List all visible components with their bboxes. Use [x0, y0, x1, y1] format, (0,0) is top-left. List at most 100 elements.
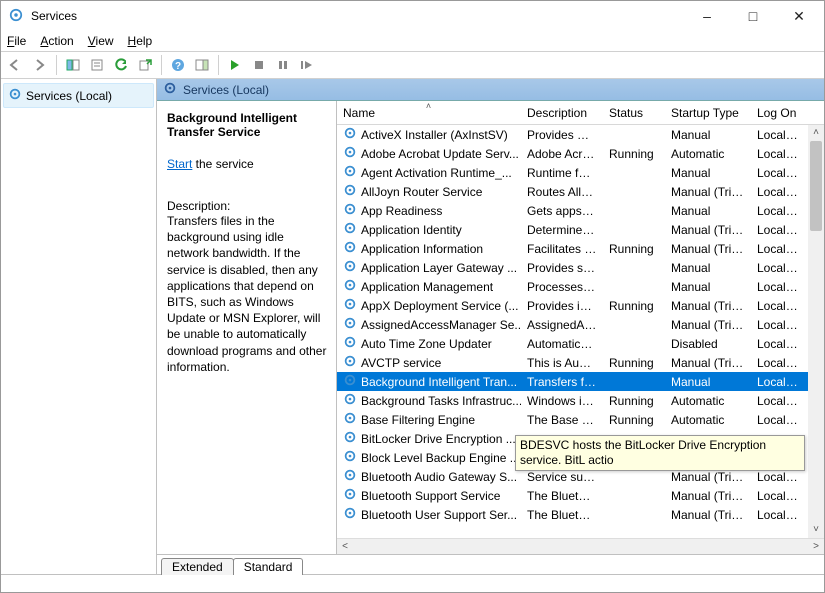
cell-startup: Manual (Trig... — [665, 299, 751, 313]
refresh-button[interactable] — [110, 54, 132, 76]
service-row[interactable]: Bluetooth Support ServiceThe Bluetoo...M… — [337, 486, 824, 505]
service-row[interactable]: Bluetooth User Support Ser...The Bluetoo… — [337, 505, 824, 524]
cell-status: Running — [603, 356, 665, 370]
cell-name: ActiveX Installer (AxInstSV) — [337, 126, 521, 143]
column-desc[interactable]: Description — [521, 102, 603, 124]
back-button[interactable] — [5, 54, 27, 76]
tab-extended[interactable]: Extended — [161, 558, 234, 575]
scroll-down-button[interactable]: ˅ — [808, 522, 824, 538]
scroll-right-button[interactable]: > — [808, 541, 824, 552]
service-row[interactable]: ActiveX Installer (AxInstSV)Provides Us.… — [337, 125, 824, 144]
service-row[interactable]: AppX Deployment Service (...Provides inf… — [337, 296, 824, 315]
scroll-thumb[interactable] — [810, 141, 822, 231]
service-row[interactable]: Auto Time Zone UpdaterAutomatica...Disab… — [337, 334, 824, 353]
cell-startup: Manual (Trig... — [665, 356, 751, 370]
cell-logon: Local Sy — [751, 166, 807, 180]
cell-name: Agent Activation Runtime_... — [337, 164, 521, 181]
restart-service-button[interactable] — [296, 54, 318, 76]
menu-help[interactable]: Help — [128, 34, 153, 48]
cell-logon: Local Se — [751, 185, 807, 199]
cell-status: Running — [603, 413, 665, 427]
service-row[interactable]: Agent Activation Runtime_...Runtime for.… — [337, 163, 824, 182]
stop-service-button[interactable] — [248, 54, 270, 76]
service-row[interactable]: AllJoyn Router ServiceRoutes AllJo...Man… — [337, 182, 824, 201]
cell-logon: Local Sy — [751, 147, 807, 161]
show-hide-action-button[interactable] — [191, 54, 213, 76]
cell-logon: Local Sy — [751, 508, 807, 522]
horizontal-scrollbar[interactable]: < > — [337, 538, 824, 554]
tree-item-services-local[interactable]: Services (Local) — [3, 83, 154, 108]
cell-desc: Routes AllJo... — [521, 185, 603, 199]
toolbar: ? — [1, 51, 824, 79]
menu-action[interactable]: Action — [40, 34, 73, 48]
tab-standard[interactable]: Standard — [233, 558, 304, 575]
service-row[interactable]: Adobe Acrobat Update Serv...Adobe Acro..… — [337, 144, 824, 163]
service-row[interactable]: Application ManagementProcesses in...Man… — [337, 277, 824, 296]
gear-icon — [343, 183, 357, 200]
cell-name: Application Identity — [337, 221, 521, 238]
service-row[interactable]: AssignedAccessManager Se...AssignedAc...… — [337, 315, 824, 334]
cell-status: Running — [603, 299, 665, 313]
gear-icon — [343, 487, 357, 504]
gear-icon — [343, 506, 357, 523]
start-service-link[interactable]: Start — [167, 157, 192, 171]
start-service-link-line: Start the service — [167, 157, 328, 171]
results-header: Services (Local) — [157, 79, 824, 101]
export-button[interactable] — [134, 54, 156, 76]
cell-startup: Manual (Trig... — [665, 242, 751, 256]
cell-name: BitLocker Drive Encryption ... — [337, 430, 521, 447]
column-name[interactable]: Name˄ — [337, 102, 521, 124]
column-startup[interactable]: Startup Type — [665, 102, 751, 124]
service-row[interactable]: Application Layer Gateway ...Provides su… — [337, 258, 824, 277]
show-hide-tree-button[interactable] — [62, 54, 84, 76]
minimize-button[interactable]: – — [684, 1, 730, 31]
service-row[interactable]: Application IdentityDetermines ...Manual… — [337, 220, 824, 239]
gear-icon — [343, 316, 357, 333]
gear-icon — [343, 449, 357, 466]
service-row[interactable]: AVCTP serviceThis is Audi...RunningManua… — [337, 353, 824, 372]
cell-name: Background Intelligent Tran... — [337, 373, 521, 390]
gear-icon — [343, 411, 357, 428]
scroll-up-button[interactable]: ˄ — [808, 125, 824, 141]
gear-icon — [343, 468, 357, 485]
forward-button[interactable] — [29, 54, 51, 76]
cell-name: Application Management — [337, 278, 521, 295]
pause-service-button[interactable] — [272, 54, 294, 76]
service-row[interactable]: App ReadinessGets apps re...ManualLocal … — [337, 201, 824, 220]
cell-startup: Manual — [665, 128, 751, 142]
results-pane: Services (Local) Background Intelligent … — [157, 79, 824, 574]
console-tree: Services (Local) — [1, 79, 157, 574]
column-status[interactable]: Status — [603, 102, 665, 124]
cell-name: Application Layer Gateway ... — [337, 259, 521, 276]
cell-desc: Service sup... — [521, 470, 603, 484]
maximize-button[interactable]: □ — [730, 1, 776, 31]
cell-desc: Gets apps re... — [521, 204, 603, 218]
cell-logon: Local Sy — [751, 299, 807, 313]
help-button[interactable]: ? — [167, 54, 189, 76]
column-headers: Name˄DescriptionStatusStartup TypeLog On — [337, 101, 824, 125]
service-row[interactable]: Application InformationFacilitates t...R… — [337, 239, 824, 258]
scroll-left-button[interactable]: < — [337, 541, 353, 552]
cell-startup: Manual (Trig... — [665, 223, 751, 237]
cell-desc: AssignedAc... — [521, 318, 603, 332]
cell-startup: Manual — [665, 280, 751, 294]
gear-icon — [343, 430, 357, 447]
cell-name: App Readiness — [337, 202, 521, 219]
close-button[interactable]: ✕ — [776, 1, 822, 31]
column-logon[interactable]: Log On — [751, 102, 807, 124]
cell-logon: Local Sy — [751, 280, 807, 294]
menu-file[interactable]: File — [7, 34, 26, 48]
selected-service-title: Background Intelligent Transfer Service — [167, 111, 328, 143]
service-row[interactable]: Background Tasks Infrastruc...Windows in… — [337, 391, 824, 410]
cell-name: Background Tasks Infrastruc... — [337, 392, 521, 409]
properties-button[interactable] — [86, 54, 108, 76]
service-row[interactable]: Base Filtering EngineThe Base Fil...Runn… — [337, 410, 824, 429]
cell-name: AssignedAccessManager Se... — [337, 316, 521, 333]
title-bar: Services – □ ✕ — [1, 1, 824, 31]
cell-logon: Local Sy — [751, 375, 807, 389]
start-service-button[interactable] — [224, 54, 246, 76]
service-row[interactable]: Background Intelligent Tran...Transfers … — [337, 372, 824, 391]
gear-icon — [343, 354, 357, 371]
vertical-scrollbar[interactable]: ˄ ˅ — [808, 125, 824, 538]
menu-view[interactable]: View — [88, 34, 114, 48]
